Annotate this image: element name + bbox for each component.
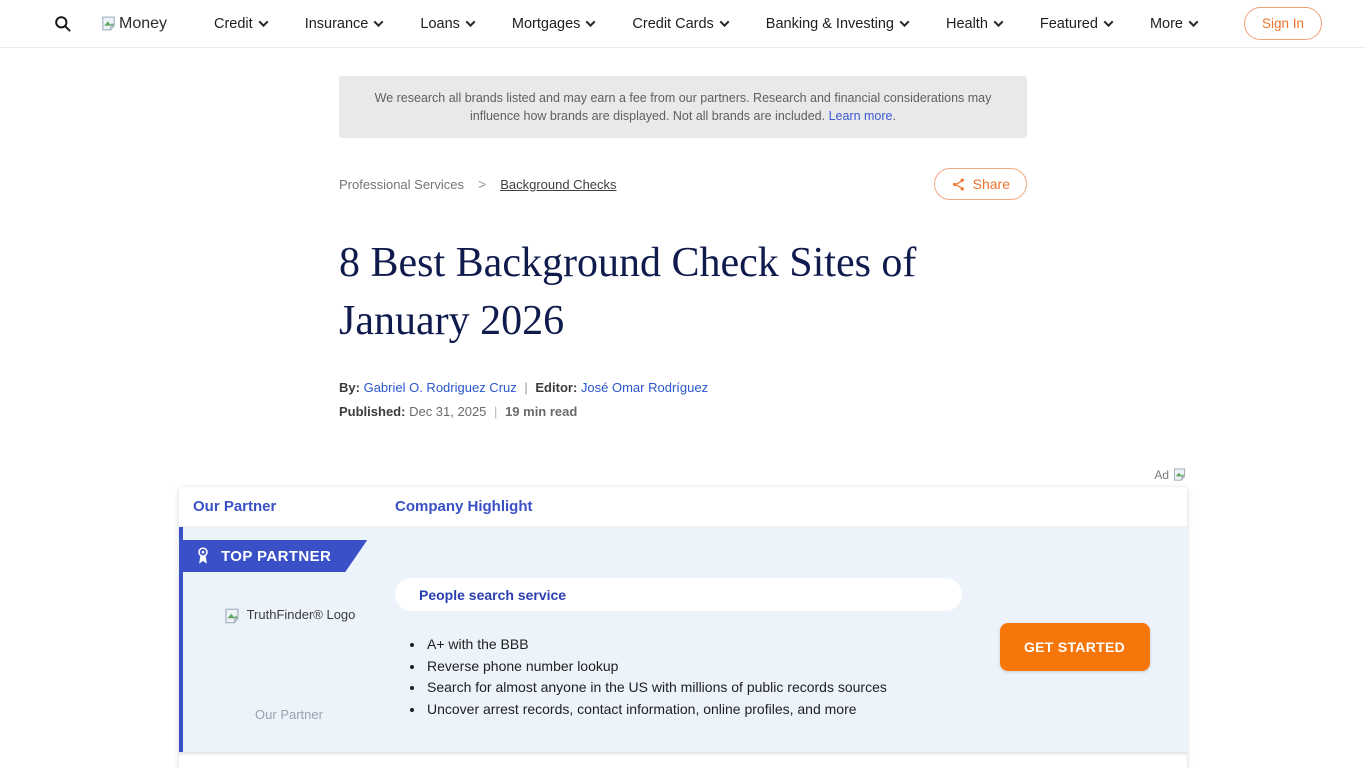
chevron-down-icon <box>374 17 384 27</box>
disclosure-text: We research all brands listed and may ea… <box>375 91 992 123</box>
published-line: Published: Dec 31, 2025 | 19 min read <box>339 404 1027 419</box>
broken-image-icon <box>223 607 241 625</box>
sign-in-button[interactable]: Sign In <box>1244 7 1322 40</box>
chevron-down-icon <box>1103 17 1113 27</box>
highlight-bullet: Uncover arrest records, contact informat… <box>425 699 962 721</box>
nav-item-health[interactable]: Health <box>946 16 1002 32</box>
our-partner-column-header: Our Partner <box>179 498 395 515</box>
search-button[interactable] <box>50 12 74 36</box>
get-started-button[interactable]: GET STARTED <box>1000 623 1150 671</box>
top-partner-card: Our Partner Company Highlight TOP PARTNE… <box>179 487 1187 768</box>
highlight-bullet: Reverse phone number lookup <box>425 656 962 678</box>
partner-logo-column: TruthFinder® Logo Our Partner <box>183 527 395 752</box>
our-partner-caption: Our Partner <box>255 707 323 722</box>
broken-image-icon <box>100 15 117 32</box>
nav-item-insurance[interactable]: Insurance <box>305 16 383 32</box>
share-button[interactable]: Share <box>934 168 1027 200</box>
breadcrumb-separator-icon: > <box>478 176 486 192</box>
chevron-down-icon <box>258 17 268 27</box>
main-nav: Credit Insurance Loans Mortgages Credit … <box>167 16 1244 32</box>
published-date: Dec 31, 2025 <box>409 404 486 419</box>
editor-label: Editor: <box>535 380 577 395</box>
share-icon <box>951 177 966 192</box>
chevron-down-icon <box>586 17 596 27</box>
company-highlight-column: People search service A+ with the BBB Re… <box>395 527 962 752</box>
breadcrumb: Professional Services > Background Check… <box>339 176 617 192</box>
breadcrumb-parent[interactable]: Professional Services <box>339 177 464 192</box>
nav-item-loans[interactable]: Loans <box>420 16 474 32</box>
chevron-down-icon <box>900 17 910 27</box>
nav-item-mortgages[interactable]: Mortgages <box>512 16 595 32</box>
next-partner-row-partial <box>179 752 1187 768</box>
published-label: Published: <box>339 404 405 419</box>
byline: By: Gabriel O. Rodriguez Cruz | Editor: … <box>339 380 1027 395</box>
ad-label: Ad <box>1154 468 1169 482</box>
nav-item-credit[interactable]: Credit <box>214 16 267 32</box>
learn-more-link[interactable]: Learn more <box>829 109 893 123</box>
chevron-down-icon <box>1189 17 1199 27</box>
partner-card-body: TOP PARTNER TruthFinder® Logo Our Partne… <box>179 527 1187 752</box>
nav-item-credit-cards[interactable]: Credit Cards <box>632 16 727 32</box>
author-link[interactable]: Gabriel O. Rodriguez Cruz <box>364 380 517 395</box>
search-icon <box>53 14 72 33</box>
logo-alt-text: Money <box>119 15 167 33</box>
partner-card-header: Our Partner Company Highlight <box>179 487 1187 527</box>
ad-label-row: Ad <box>179 467 1187 482</box>
partner-logo[interactable]: TruthFinder® Logo <box>223 607 356 625</box>
chevron-down-icon <box>993 17 1003 27</box>
chevron-down-icon <box>719 17 729 27</box>
editor-link[interactable]: José Omar Rodríguez <box>581 380 708 395</box>
nav-item-banking-investing[interactable]: Banking & Investing <box>766 16 908 32</box>
highlight-bullet-list: A+ with the BBB Reverse phone number loo… <box>425 634 962 720</box>
top-navigation-bar: Money Credit Insurance Loans Mortgages C… <box>0 0 1366 48</box>
by-label: By: <box>339 380 360 395</box>
highlight-bullet: A+ with the BBB <box>425 634 962 656</box>
page-title: 8 Best Background Check Sites of January… <box>339 234 1027 350</box>
nav-item-more[interactable]: More <box>1150 16 1197 32</box>
nav-item-featured[interactable]: Featured <box>1040 16 1112 32</box>
money-logo[interactable]: Money <box>100 15 167 33</box>
cta-column: GET STARTED <box>962 527 1187 752</box>
breadcrumb-row: Professional Services > Background Check… <box>339 168 1027 200</box>
breadcrumb-current[interactable]: Background Checks <box>500 177 616 192</box>
service-category-pill: People search service <box>395 578 962 611</box>
advertiser-disclosure: We research all brands listed and may ea… <box>339 76 1027 138</box>
company-highlight-column-header: Company Highlight <box>395 498 1187 515</box>
highlight-bullet: Search for almost anyone in the US with … <box>425 677 962 699</box>
partner-logo-alt-text: TruthFinder® Logo <box>247 607 356 622</box>
chevron-down-icon <box>465 17 475 27</box>
broken-image-icon <box>1172 467 1187 482</box>
read-time: 19 min read <box>505 404 577 419</box>
